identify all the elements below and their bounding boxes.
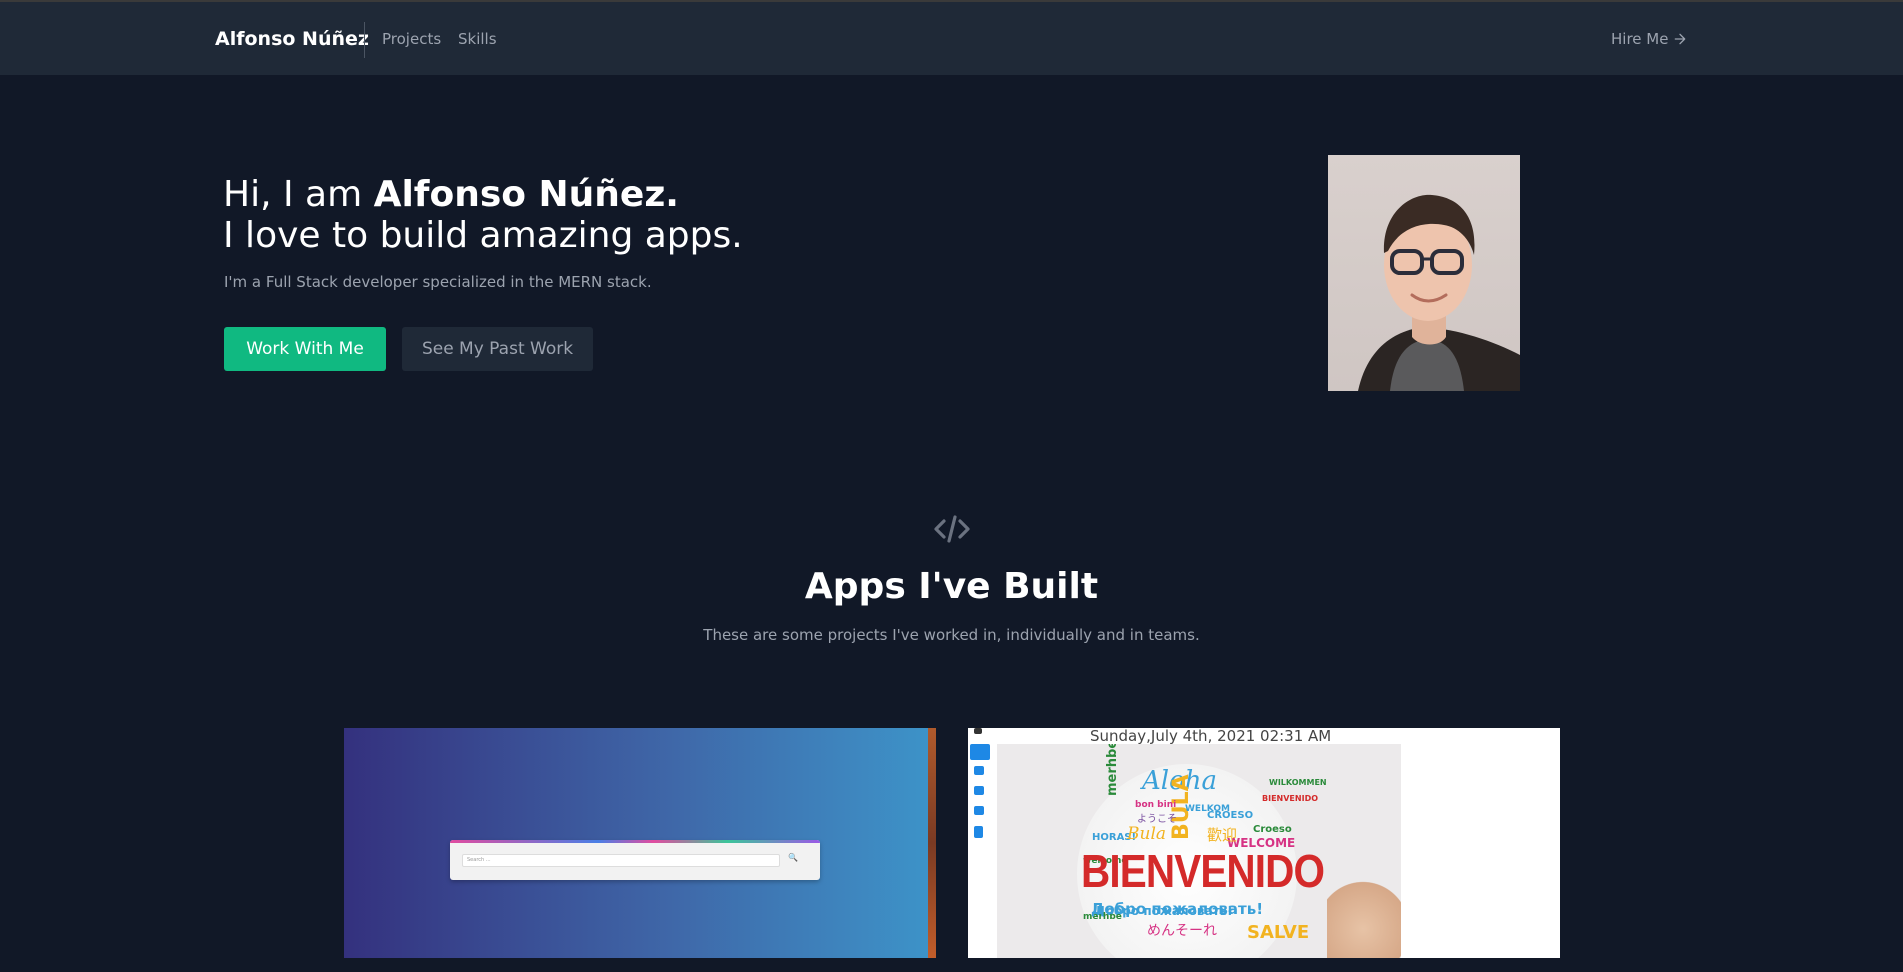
project-preview-search-box: Search ... 🔍 [450,840,820,880]
word: WELKOM [1185,804,1230,814]
hire-me-button[interactable]: Hire Me [1611,30,1688,48]
word: SALVE [1247,922,1310,943]
hero-greeting: Hi, I am [223,174,374,215]
hero-subtitle: I'm a Full Stack developer specialized i… [224,273,652,291]
project-preview-sidebar [968,728,992,958]
word: Добро пожаловать! [1091,900,1264,918]
word: merhbe [1105,744,1120,796]
logo-icon [974,728,982,734]
login-icon [974,766,984,775]
code-icon [934,515,970,543]
section-title: Apps I've Built [804,566,1099,607]
word: WILKOMMEN [1269,778,1327,787]
avatar [1328,155,1520,391]
word: Croeso [1253,824,1292,835]
word: Bula [1127,824,1167,844]
project-card-edge [928,728,936,958]
brand-logo[interactable]: Alfonso Núñez [215,28,369,50]
arrow-right-icon [1675,33,1686,45]
project-card-search-app[interactable]: Search ... 🔍 [344,728,936,958]
hero-title: Hi, I am Alfonso Núñez. I love to build … [223,174,743,256]
word: ようこそ [1137,814,1177,825]
nav-link-skills[interactable]: Skills [458,30,497,48]
nav-link-projects[interactable]: Projects [382,30,441,48]
search-icon: 🔍 [788,853,798,862]
hire-me-label: Hire Me [1611,30,1669,48]
hero-tagline: I love to build amazing apps. [223,215,743,256]
word: めんそーれ [1147,923,1217,939]
clipboard-icon [974,826,983,838]
nav-divider [364,22,365,58]
navbar: Alfonso Núñez Projects Skills Hire Me [0,0,1903,75]
welcome-word-cloud-image: Aloha merhbe BULA HORAS! Bula CROESO WEL… [997,744,1401,958]
welcome-banner-text: BIENVENIDO [1081,845,1325,897]
rainbow-bar [450,840,820,843]
section-subtitle: These are some projects I've worked in, … [703,626,1200,644]
hand-image [1327,874,1401,958]
word: BIENVENIDO [1262,794,1319,803]
cart-add-icon [974,806,984,815]
see-past-work-button[interactable]: See My Past Work [402,327,593,371]
project-preview-search-field: Search ... [462,854,780,867]
word: 歡迎 [1207,826,1238,844]
cart-icon [974,786,984,795]
home-icon [970,744,990,760]
project-preview-datetime: Sunday,July 4th, 2021 02:31 AM [1090,728,1332,745]
hero-name: Alfonso Núñez. [373,174,679,215]
word: bon bini [1135,800,1177,810]
work-with-me-button[interactable]: Work With Me [224,327,386,371]
project-card-welcome-app[interactable]: Sunday,July 4th, 2021 02:31 AM Aloha mer… [968,728,1560,958]
